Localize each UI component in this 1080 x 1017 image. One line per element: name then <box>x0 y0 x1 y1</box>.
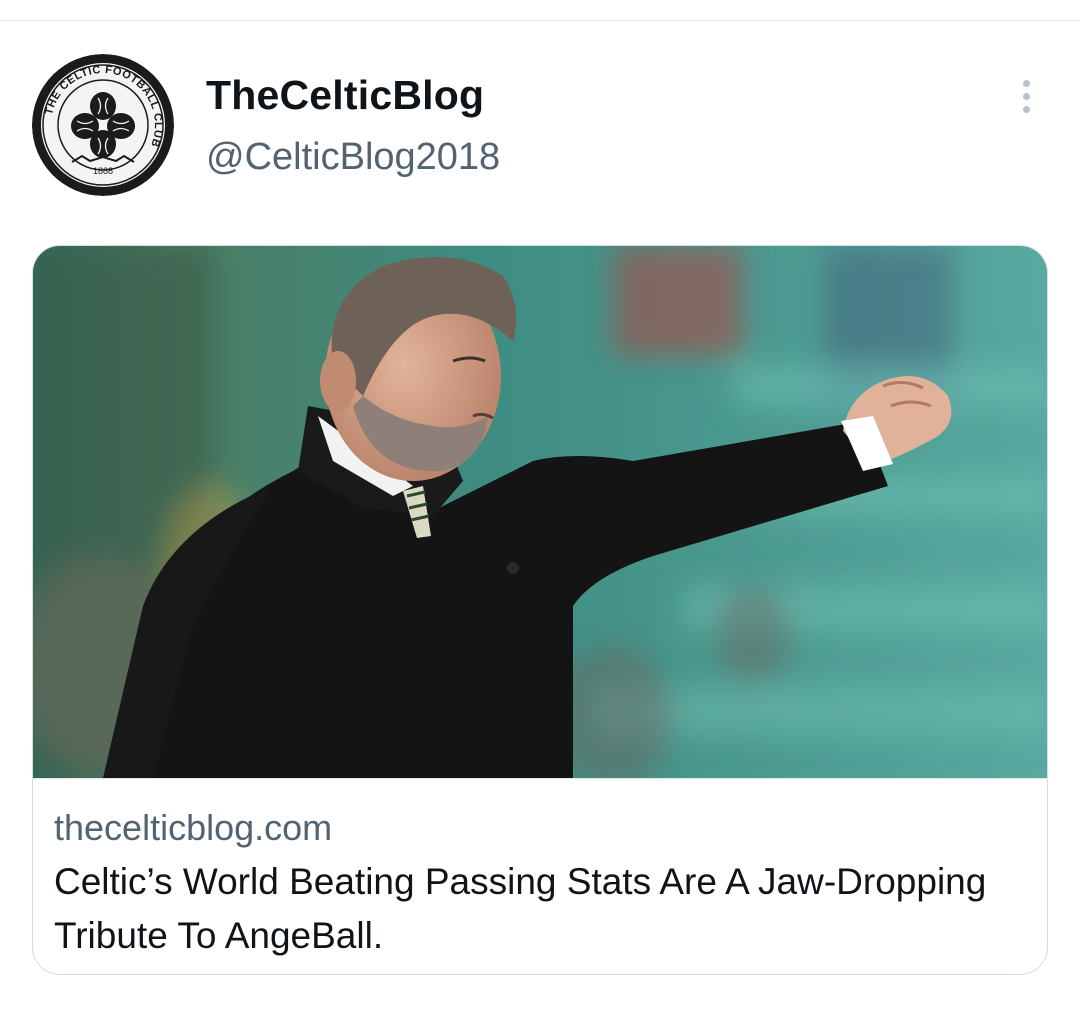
avatar[interactable]: THE CELTIC FOOTBALL CLUB 1888 <box>32 54 174 196</box>
more-vertical-icon-dot <box>1022 92 1030 100</box>
display-name[interactable]: TheCelticBlog <box>206 72 484 119</box>
top-divider <box>0 20 1080 21</box>
link-preview-card[interactable]: thecelticblog.com Celtic’s World Beating… <box>32 245 1048 975</box>
celtic-crest-logo: THE CELTIC FOOTBALL CLUB 1888 <box>32 54 174 196</box>
user-handle[interactable]: @CelticBlog2018 <box>206 136 500 179</box>
card-meta: thecelticblog.com Celtic’s World Beating… <box>33 778 1047 974</box>
manager-photo <box>33 246 1047 778</box>
more-vertical-icon-dot <box>1022 105 1030 113</box>
crest-year: 1888 <box>93 166 113 176</box>
card-image <box>33 246 1047 778</box>
more-vertical-icon <box>1022 79 1030 87</box>
card-domain: thecelticblog.com <box>54 807 333 848</box>
more-options-button[interactable] <box>1008 74 1044 118</box>
card-title: Celtic’s World Beating Passing Stats Are… <box>54 861 987 956</box>
